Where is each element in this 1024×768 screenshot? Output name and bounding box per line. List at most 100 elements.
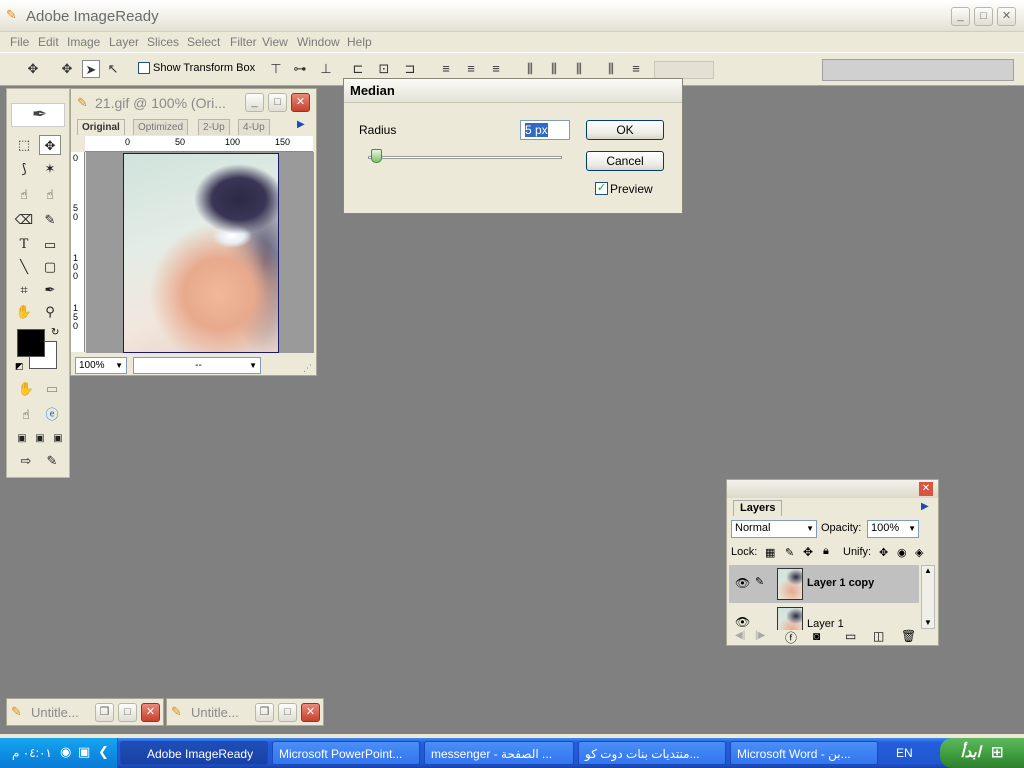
blend-mode-select[interactable]: Normal ▼ bbox=[731, 520, 817, 538]
tab-2-up[interactable]: 2-Up bbox=[198, 119, 230, 135]
distribute-vcenter-icon[interactable]: ≡ bbox=[462, 60, 480, 78]
edit-in-photoshop-icon[interactable]: ✎ bbox=[41, 451, 63, 471]
ok-button[interactable]: OK bbox=[586, 120, 664, 140]
median-dialog-titlebar[interactable]: Median bbox=[344, 79, 682, 103]
resize-grip-icon[interactable]: ⋰ bbox=[303, 363, 312, 374]
swap-colors-icon[interactable]: ↻ bbox=[51, 327, 59, 338]
distribute-height-icon[interactable]: ≡ bbox=[627, 60, 645, 78]
unify-style-icon[interactable]: ◈ bbox=[915, 546, 923, 559]
default-colors-icon[interactable]: ◩ bbox=[15, 361, 24, 372]
restore-button[interactable]: ❐ bbox=[95, 703, 114, 722]
distribute-right-icon[interactable]: ⫼ bbox=[570, 60, 588, 78]
unify-position-icon[interactable]: ✥ bbox=[879, 546, 888, 559]
info-select[interactable]: -- ▼ bbox=[133, 357, 261, 374]
pointer-icon[interactable]: ➤ bbox=[82, 60, 100, 78]
previous-frame-icon[interactable]: ◀| bbox=[735, 630, 745, 641]
lock-all-icon[interactable]: 🔒︎ bbox=[823, 545, 829, 558]
menu-file[interactable]: File bbox=[10, 35, 29, 49]
taskbar-button-word[interactable]: Microsoft Word - بن... bbox=[730, 741, 878, 765]
visibility-eye-icon[interactable]: 👁︎ bbox=[735, 615, 750, 629]
minimized-document[interactable]: ✎ Untitle... ❐ □ ✕ bbox=[166, 698, 324, 726]
menu-help[interactable]: Help bbox=[347, 35, 372, 49]
scroll-up-icon[interactable]: ▲ bbox=[924, 566, 932, 575]
show-hidden-icons-icon[interactable]: ❮ bbox=[98, 744, 109, 760]
brush-icon[interactable]: ✎ bbox=[39, 210, 61, 230]
menu-edit[interactable]: Edit bbox=[38, 35, 59, 49]
rounded-rect-icon[interactable]: ▢ bbox=[39, 257, 61, 277]
maximize-button[interactable]: □ bbox=[974, 7, 993, 26]
show-transform-box-checkbox[interactable] bbox=[138, 62, 150, 74]
menu-slices[interactable]: Slices bbox=[147, 35, 179, 49]
line-tool-icon[interactable]: ╲ bbox=[13, 257, 35, 277]
layer-row[interactable]: 👁︎ Layer 1 bbox=[729, 604, 919, 630]
menu-filter[interactable]: Filter bbox=[230, 35, 257, 49]
taskbar-button-forum[interactable]: منتديات بنات دوت كو... bbox=[578, 741, 726, 765]
layers-panel-titlebar[interactable]: ✕ bbox=[727, 480, 938, 498]
clock[interactable]: ٠٤:٠١ م bbox=[12, 746, 52, 760]
trash-icon[interactable]: 🗑︎ bbox=[901, 629, 916, 643]
tab-arrow-icon[interactable]: ▶ bbox=[297, 119, 305, 130]
rectangle-tool-icon[interactable]: ▭ bbox=[39, 235, 61, 255]
align-right-icon[interactable]: ⊐ bbox=[401, 60, 419, 78]
taskbar-button-imageready[interactable]: Adobe ImageReady bbox=[120, 741, 268, 765]
distance-select[interactable] bbox=[654, 61, 714, 79]
rollover-preview-icon[interactable]: ☝ bbox=[15, 405, 37, 425]
tab-optimized[interactable]: Optimized bbox=[133, 119, 189, 135]
align-left-icon[interactable]: ⊏ bbox=[349, 60, 367, 78]
eyedropper-icon[interactable]: ✒ bbox=[39, 280, 61, 300]
full-screen-mode-icon[interactable]: ▣ bbox=[47, 429, 69, 449]
rectangular-marquee-icon[interactable]: ⬚ bbox=[13, 135, 35, 155]
toggle-image-map-icon[interactable]: ▭ bbox=[41, 379, 63, 399]
layer-select-icon[interactable]: ✥ bbox=[58, 60, 76, 78]
align-bottom-icon[interactable]: ⊥ bbox=[317, 60, 335, 78]
slice-select-icon[interactable]: ↖ bbox=[104, 60, 122, 78]
document-image[interactable] bbox=[123, 153, 279, 353]
scroll-down-icon[interactable]: ▼ bbox=[924, 618, 932, 627]
network-tray-icon[interactable]: ▣ bbox=[78, 744, 90, 760]
close-button[interactable]: ✕ bbox=[997, 7, 1016, 26]
doc-minimize-button[interactable]: _ bbox=[245, 93, 264, 112]
crop-tool-icon[interactable]: ⌗ bbox=[13, 280, 35, 300]
radius-slider-thumb[interactable] bbox=[370, 149, 382, 163]
menu-view[interactable]: View bbox=[262, 35, 288, 49]
align-top-icon[interactable]: ⊤ bbox=[267, 60, 285, 78]
new-folder-icon[interactable]: ▭ bbox=[845, 629, 856, 643]
taskbar-button-powerpoint[interactable]: Microsoft PowerPoint... bbox=[272, 741, 420, 765]
radius-field[interactable]: 5 px bbox=[520, 120, 570, 140]
radius-slider-track[interactable] bbox=[368, 156, 562, 159]
preview-in-browser-icon[interactable]: ⓔ bbox=[41, 405, 63, 425]
next-frame-icon[interactable]: |▶ bbox=[755, 630, 765, 641]
zoom-select[interactable]: 100% ▼ bbox=[75, 357, 127, 374]
toggle-slices-visibility-icon[interactable]: ✋ bbox=[15, 379, 37, 399]
close-button[interactable]: ✕ bbox=[141, 703, 160, 722]
restore-button[interactable]: ❐ bbox=[255, 703, 274, 722]
tab-layers[interactable]: Layers bbox=[733, 500, 783, 516]
eraser-icon[interactable]: ⌫ bbox=[13, 210, 35, 230]
lock-position-icon[interactable]: ✥ bbox=[803, 545, 813, 559]
menu-layer[interactable]: Layer bbox=[109, 35, 139, 49]
magic-wand-icon[interactable]: ✶ bbox=[39, 159, 61, 179]
opacity-field[interactable]: 100% ▼ bbox=[867, 520, 919, 538]
document-window[interactable]: ✎ 21.gif @ 100% (Ori... _ □ ✕ Original O… bbox=[70, 88, 317, 376]
distribute-left-icon[interactable]: ⫼ bbox=[521, 60, 539, 78]
maximize-button[interactable]: □ bbox=[278, 703, 297, 722]
preview-checkbox[interactable]: ✓ bbox=[595, 182, 608, 195]
taskbar-button-messenger[interactable]: messenger - الصفحة ... bbox=[424, 741, 574, 765]
type-tool-icon[interactable]: T bbox=[13, 235, 35, 255]
distribute-bottom-icon[interactable]: ≡ bbox=[487, 60, 505, 78]
visibility-eye-icon[interactable]: 👁︎ bbox=[735, 576, 750, 590]
move-tool-icon[interactable]: ✥ bbox=[24, 60, 42, 78]
close-icon[interactable]: ✕ bbox=[919, 482, 933, 496]
new-layer-icon[interactable]: ◫ bbox=[873, 629, 884, 643]
cancel-button[interactable]: Cancel bbox=[586, 151, 664, 171]
align-hcenter-icon[interactable]: ⊡ bbox=[375, 60, 393, 78]
messenger-tray-icon[interactable]: ◉ bbox=[60, 744, 71, 760]
lasso-icon[interactable]: ⟆ bbox=[13, 159, 35, 179]
app-title-bar[interactable]: ✎ Adobe ImageReady _ □ ✕ bbox=[0, 0, 1024, 32]
unify-visibility-icon[interactable]: ◉ bbox=[897, 546, 907, 559]
menu-image[interactable]: Image bbox=[67, 35, 100, 49]
panel-menu-icon[interactable]: ▶ bbox=[921, 501, 929, 512]
slice-select-icon[interactable]: ☝ bbox=[13, 185, 35, 205]
lock-image-icon[interactable]: ✎ bbox=[785, 546, 794, 559]
layer-row[interactable]: 👁︎ ✎ Layer 1 copy bbox=[729, 565, 919, 603]
